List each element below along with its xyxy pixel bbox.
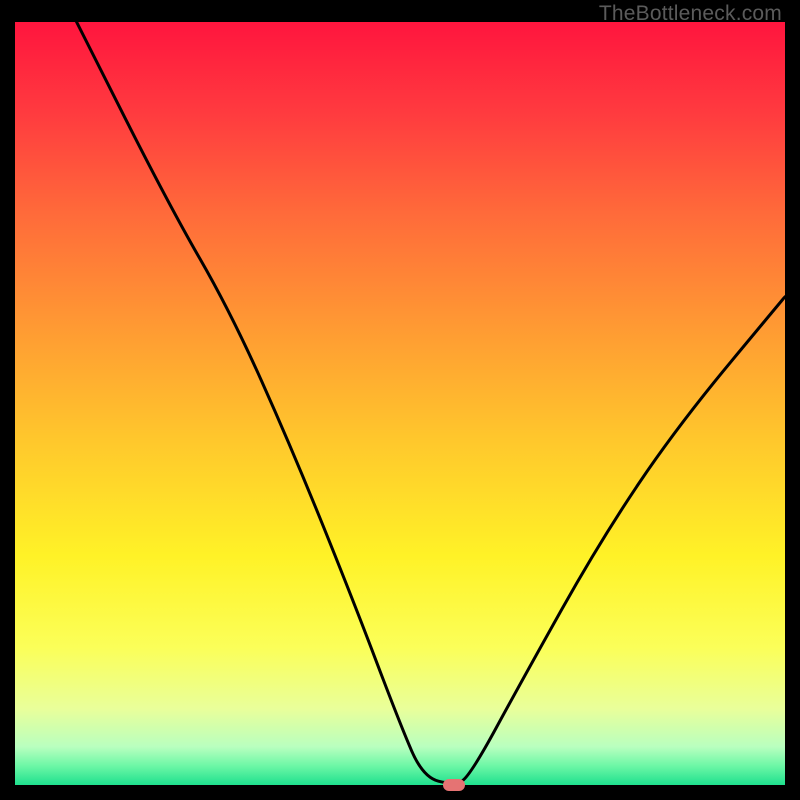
chart-frame <box>15 22 785 785</box>
optimal-point-marker <box>443 779 465 791</box>
bottleneck-chart <box>15 22 785 785</box>
chart-background <box>15 22 785 785</box>
